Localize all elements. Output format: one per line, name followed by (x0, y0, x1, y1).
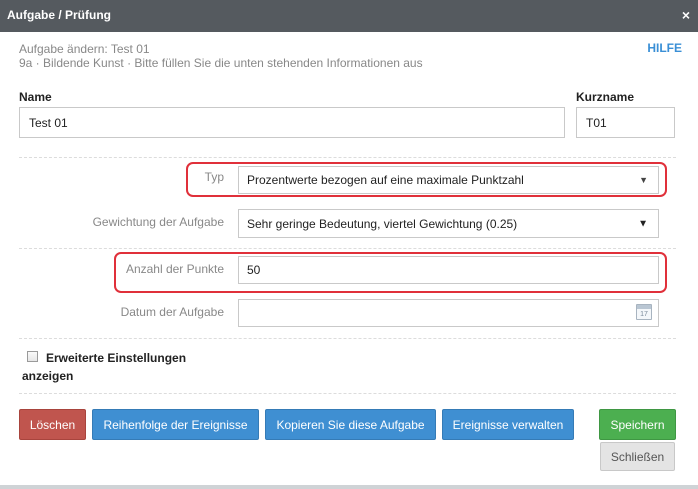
copy-task-button[interactable]: Kopieren Sie diese Aufgabe (265, 409, 436, 440)
divider (19, 393, 676, 394)
points-input-value: 50 (247, 263, 261, 277)
caret-down-icon: ▼ (638, 218, 648, 229)
name-label: Name (19, 90, 52, 104)
short-name-input[interactable]: T01 (576, 107, 675, 138)
manage-events-button[interactable]: Ereignisse verwalten (442, 409, 574, 440)
close-icon[interactable]: × (682, 7, 690, 23)
calendar-icon[interactable]: 17 (636, 304, 652, 320)
points-label: Anzahl der Punkte (125, 262, 224, 276)
type-select[interactable]: Prozentwerte bezogen auf eine maximale P… (238, 166, 659, 194)
points-input[interactable]: 50 (238, 256, 659, 284)
caret-down-icon: ▼ (639, 175, 648, 185)
help-link[interactable]: HILFE (647, 41, 682, 55)
dialog-titlebar: Aufgabe / Prüfung × (0, 0, 698, 32)
short-name-input-value: T01 (586, 115, 607, 130)
dialog-title: Aufgabe / Prüfung (7, 8, 111, 22)
type-select-value: Prozentwerte bezogen auf eine maximale P… (247, 173, 524, 187)
weight-select-value: Sehr geringe Bedeutung, viertel Gewichtu… (247, 216, 518, 231)
close-button[interactable]: Schließen (600, 442, 675, 471)
weight-label: Gewichtung der Aufgabe (92, 215, 224, 229)
delete-button[interactable]: Löschen (19, 409, 86, 440)
date-input[interactable]: 17 (238, 299, 659, 327)
divider (19, 338, 676, 339)
edit-subtitle: Aufgabe ändern: Test 01 (19, 42, 150, 56)
type-label: Typ (204, 170, 224, 184)
divider (19, 157, 676, 158)
divider (19, 248, 676, 249)
short-name-label: Kurzname (576, 90, 635, 104)
save-button[interactable]: Speichern (599, 409, 676, 440)
advanced-settings-label[interactable]: Erweiterte Einstellungen anzeigen (22, 349, 212, 385)
weight-select[interactable]: Sehr geringe Bedeutung, viertel Gewichtu… (238, 209, 659, 238)
name-input[interactable]: Test 01 (19, 107, 565, 138)
dialog-bottom-edge (0, 485, 698, 489)
event-order-button[interactable]: Reihenfolge der Ereignisse (92, 409, 259, 440)
date-label: Datum der Aufgabe (120, 305, 224, 319)
name-input-value: Test 01 (29, 115, 68, 130)
context-subtitle: 9a · Bildende Kunst · Bitte füllen Sie d… (19, 56, 423, 70)
